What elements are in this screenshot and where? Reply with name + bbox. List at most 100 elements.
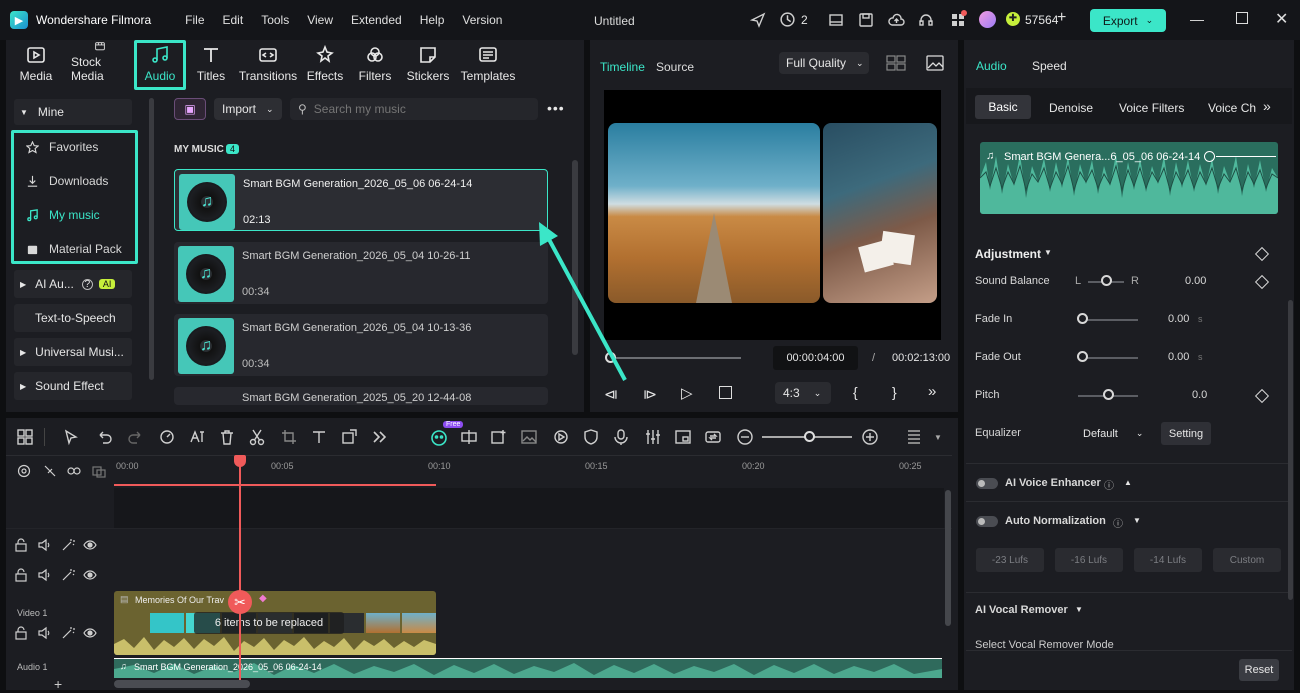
caret-down-icon[interactable]: ▼	[1075, 605, 1083, 614]
headset-icon[interactable]	[918, 12, 934, 28]
zoom-in-icon[interactable]	[861, 428, 879, 446]
sidebar-item-favorites[interactable]: Favorites	[14, 133, 132, 161]
menu-file[interactable]: File	[185, 13, 204, 27]
music-card[interactable]: ♫ Smart BGM Generation_2026_05_04 10-26-…	[174, 242, 548, 304]
search-input[interactable]	[313, 102, 514, 116]
grid-view-icon[interactable]	[886, 55, 906, 71]
more-tools-icon[interactable]	[370, 428, 388, 446]
magic-wand-icon[interactable]	[61, 568, 75, 582]
delete-icon[interactable]	[218, 428, 236, 446]
magic-wand-icon[interactable]	[61, 626, 75, 640]
fade-out-track[interactable]	[1082, 357, 1138, 359]
audio-mixer-icon[interactable]	[644, 428, 662, 446]
crop-icon[interactable]	[280, 428, 298, 446]
pitch-value[interactable]: 0.0	[1192, 389, 1207, 401]
subtab-voice-filters[interactable]: Voice Filters	[1119, 101, 1184, 115]
library-scrollbar[interactable]	[572, 160, 578, 355]
device-sync-icon[interactable]	[779, 11, 796, 28]
auto-beat-icon[interactable]	[552, 428, 570, 446]
save-icon[interactable]	[858, 12, 874, 28]
progress-track[interactable]	[611, 357, 741, 359]
tab-effects[interactable]: Effects	[300, 40, 350, 90]
eye-icon[interactable]	[83, 626, 97, 640]
fade-in-knob[interactable]	[1077, 313, 1088, 324]
tab-filters[interactable]: Filters	[350, 40, 400, 90]
balance-knob[interactable]	[1101, 275, 1112, 286]
zoom-out-icon[interactable]	[736, 428, 754, 446]
sidebar-text-to-speech[interactable]: Text-to-Speech	[14, 304, 132, 332]
tab-stickers[interactable]: Stickers	[400, 40, 456, 90]
eye-icon[interactable]	[83, 538, 97, 552]
lufs-custom-button[interactable]: Custom	[1213, 548, 1281, 572]
reset-button[interactable]: Reset	[1239, 659, 1279, 681]
layout-icon[interactable]	[828, 12, 844, 28]
fade-out-knob[interactable]	[1077, 351, 1088, 362]
lock-icon[interactable]	[14, 626, 28, 640]
speaker-icon[interactable]	[37, 538, 51, 552]
tab-audio[interactable]: Audio	[134, 40, 186, 90]
image-icon[interactable]	[520, 428, 538, 446]
caret-up-icon[interactable]: ▲	[1124, 478, 1132, 487]
caret-down-icon[interactable]: ▼	[1133, 516, 1141, 525]
more-options-icon[interactable]: •••	[547, 100, 565, 116]
playhead-handle[interactable]	[234, 455, 246, 467]
close-icon[interactable]: ✕	[1275, 9, 1288, 29]
menu-help[interactable]: Help	[420, 13, 445, 27]
subtabs-more-icon[interactable]: »	[1263, 98, 1271, 114]
tab-media[interactable]: Media	[6, 40, 66, 90]
ai-music-icon[interactable]: ▣	[174, 98, 206, 120]
sidebar-sound-effect[interactable]: ▶ Sound Effect	[14, 372, 132, 400]
picture-in-picture-icon[interactable]	[674, 428, 692, 446]
equalizer-dropdown[interactable]: Default ⌄	[1076, 422, 1154, 445]
tab-source[interactable]: Source	[656, 60, 694, 74]
volume-handle[interactable]	[1204, 151, 1215, 162]
scissors-icon[interactable]	[248, 428, 266, 446]
scissors-icon[interactable]: ✂	[228, 590, 252, 614]
playhead-line[interactable]	[239, 456, 241, 688]
lufs-14-button[interactable]: -14 Lufs	[1134, 548, 1202, 572]
mark-in-icon[interactable]: {	[853, 384, 858, 400]
properties-scrollbar[interactable]	[1288, 300, 1293, 600]
tab-timeline[interactable]: Timeline	[600, 60, 645, 74]
sidebar-universal-music[interactable]: ▶ Universal Musi...	[14, 338, 132, 366]
send-icon[interactable]	[750, 12, 766, 28]
auto-normalization-toggle[interactable]	[976, 516, 998, 527]
link-icon[interactable]	[67, 464, 81, 478]
sidebar-item-my-music[interactable]: My music	[14, 201, 132, 229]
fade-out-value[interactable]: 0.00	[1168, 351, 1189, 363]
current-time[interactable]: 00:00:04:00	[773, 346, 858, 370]
music-card[interactable]: Smart BGM Generation_2025_05_20 12-44-08	[174, 387, 548, 405]
maximize-icon[interactable]	[1236, 12, 1248, 24]
unlink-icon[interactable]	[43, 464, 57, 478]
add-credits-icon[interactable]: +	[1057, 9, 1066, 27]
quality-dropdown[interactable]: Full Quality ⌄	[779, 52, 869, 74]
tab-stock-media[interactable]: Stock Media	[66, 40, 134, 90]
tab-transitions[interactable]: Transitions	[236, 40, 300, 90]
subtab-basic[interactable]: Basic	[975, 95, 1031, 119]
aspect-ratio-dropdown[interactable]: 4:3 ⌄	[775, 382, 831, 404]
menu-extended[interactable]: Extended	[351, 13, 402, 27]
next-frame-icon[interactable]: ⧐	[643, 386, 657, 403]
fade-in-track[interactable]	[1082, 319, 1138, 321]
cloud-upload-icon[interactable]	[888, 12, 905, 28]
sidebar-mine[interactable]: ▼ Mine	[14, 99, 132, 125]
undo-icon[interactable]	[96, 428, 114, 446]
tab-templates[interactable]: Templates	[456, 40, 520, 90]
snapshot-icon[interactable]	[926, 55, 944, 71]
lock-icon[interactable]	[14, 538, 28, 552]
preview-canvas[interactable]	[604, 90, 941, 340]
menu-view[interactable]: View	[307, 13, 333, 27]
replace-icon[interactable]	[704, 428, 722, 446]
ai-voice-enhancer-toggle[interactable]	[976, 478, 998, 489]
export-button[interactable]: Export ⌄	[1090, 9, 1166, 32]
split-screen-icon[interactable]	[460, 428, 478, 446]
lock-icon[interactable]	[14, 568, 28, 582]
tab-audio-props[interactable]: Audio	[976, 59, 1007, 73]
track-options-icon[interactable]	[905, 428, 923, 446]
zoom-slider-knob[interactable]	[804, 431, 815, 442]
text-tool-icon[interactable]	[310, 428, 328, 446]
help-icon[interactable]: ⓘ	[1104, 477, 1114, 492]
caret-down-icon[interactable]: ▼	[934, 433, 942, 442]
microphone-icon[interactable]	[612, 428, 630, 446]
more-controls-icon[interactable]: »	[928, 383, 936, 400]
